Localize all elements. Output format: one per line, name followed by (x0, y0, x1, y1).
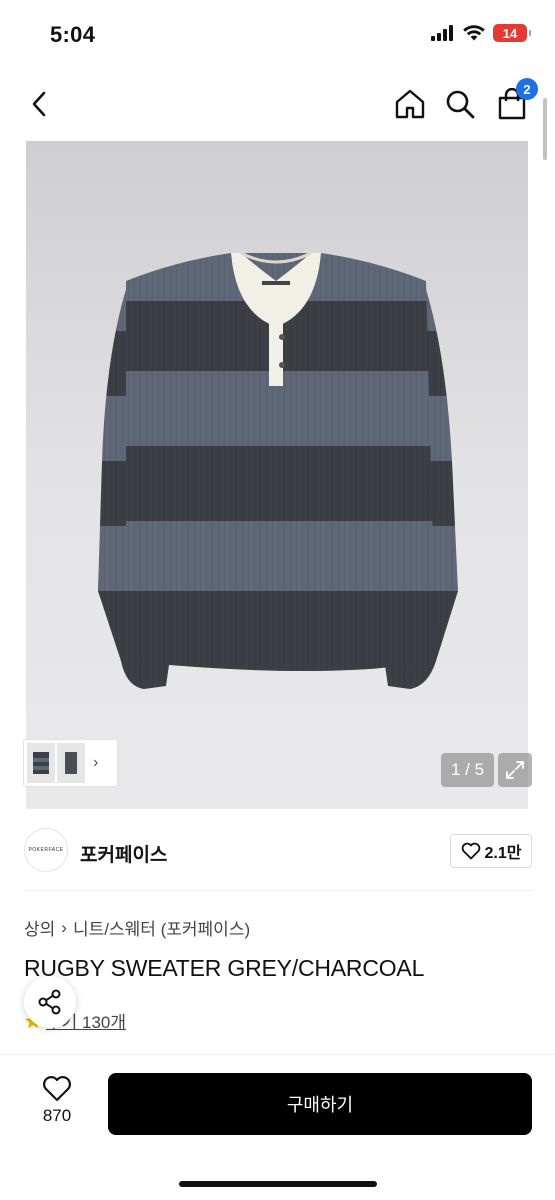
back-chevron-icon (32, 91, 46, 117)
scroll-indicator[interactable] (543, 98, 547, 160)
image-page-counter: 1 / 5 (441, 753, 494, 787)
search-icon (446, 90, 475, 119)
sweater-photo (98, 251, 458, 689)
share-button[interactable] (24, 976, 76, 1028)
bottom-action-bar: 870 구매하기 (0, 1054, 555, 1200)
back-button[interactable] (20, 84, 60, 124)
expand-icon (506, 761, 524, 779)
wishlist-button[interactable]: 870 (32, 1075, 82, 1135)
cart-count-badge: 2 (516, 78, 538, 100)
battery-icon: 14 (493, 24, 531, 42)
status-icons: 14 (431, 24, 531, 42)
cellular-signal-icon (431, 25, 453, 41)
breadcrumb-item-subcategory[interactable]: 니트/스웨터 (포커페이스) (73, 915, 250, 940)
brand-logo[interactable]: POKERFACE (24, 828, 68, 872)
heart-icon (43, 1076, 71, 1102)
expand-button[interactable] (498, 753, 532, 787)
home-indicator[interactable] (179, 1181, 377, 1187)
buy-button[interactable]: 구매하기 (108, 1073, 532, 1135)
product-image[interactable] (26, 141, 528, 809)
breadcrumb: 상의 › 니트/스웨터 (포커페이스) (24, 915, 250, 940)
cart-button[interactable]: 2 (492, 78, 538, 124)
breadcrumb-item-category[interactable]: 상의 (24, 915, 55, 940)
divider (24, 890, 532, 891)
brand-like-button[interactable]: 2.1만 (450, 834, 532, 868)
thumbnail-chevron-icon[interactable]: › (93, 754, 98, 772)
thumbnail-1[interactable] (27, 743, 55, 783)
heart-icon (461, 842, 480, 860)
product-title: RUGBY SWEATER GREY/CHARCOAL (24, 955, 425, 981)
wifi-icon (463, 25, 485, 41)
brand-like-count: 2.1만 (484, 845, 522, 862)
brand-row[interactable]: POKERFACE 포커페이스 2.1만 (24, 826, 532, 876)
thumbnail-strip[interactable]: › (24, 740, 117, 786)
search-button[interactable] (440, 84, 480, 124)
home-icon (395, 89, 425, 119)
brand-name[interactable]: 포커페이스 (80, 840, 167, 867)
share-icon (38, 989, 61, 1015)
wishlist-count: 870 (42, 1106, 72, 1125)
thumbnail-2[interactable] (57, 743, 85, 783)
status-time: 5:04 (50, 22, 96, 47)
top-nav: 2 (0, 78, 555, 130)
home-button[interactable] (390, 84, 430, 124)
status-bar: 5:04 14 (0, 0, 555, 70)
breadcrumb-separator-icon: › (61, 917, 67, 937)
